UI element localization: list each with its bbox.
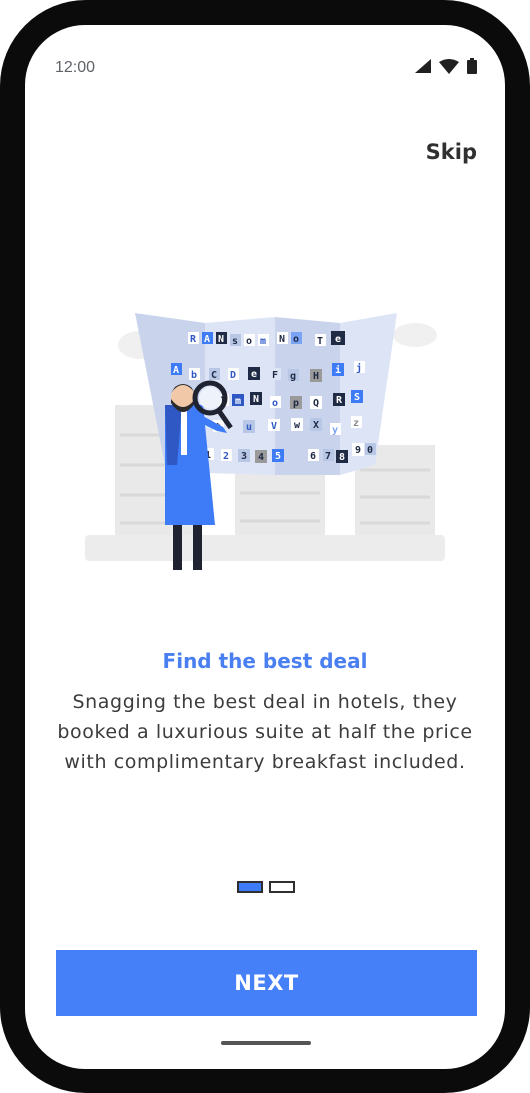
svg-text:s: s	[232, 336, 238, 347]
svg-text:Q: Q	[313, 398, 319, 409]
battery-icon	[467, 58, 477, 74]
svg-text:e: e	[251, 369, 257, 380]
svg-text:V: V	[271, 421, 277, 432]
home-indicator[interactable]	[221, 1041, 311, 1045]
app-screen: 12:00 Skip R A N s o m N o T e A b C D e…	[25, 25, 505, 1069]
svg-text:N: N	[253, 394, 259, 405]
svg-text:7: 7	[325, 451, 331, 462]
svg-text:w: w	[294, 420, 301, 431]
wifi-icon	[439, 58, 459, 74]
svg-text:N: N	[218, 334, 224, 345]
svg-text:y: y	[332, 425, 338, 436]
svg-text:p: p	[293, 398, 299, 409]
svg-text:m: m	[235, 396, 241, 407]
device-frame: 12:00 Skip R A N s o m N o T e A b C D e…	[0, 0, 530, 1093]
svg-text:z: z	[353, 418, 359, 429]
svg-text:R: R	[190, 334, 197, 345]
svg-text:C: C	[211, 370, 217, 381]
svg-text:0: 0	[367, 445, 373, 456]
svg-text:o: o	[272, 398, 278, 409]
status-icons	[415, 58, 477, 74]
svg-text:o: o	[293, 334, 299, 345]
cellular-signal-icon	[415, 59, 431, 73]
svg-text:H: H	[313, 371, 319, 382]
svg-text:3: 3	[241, 451, 247, 462]
svg-text:m: m	[260, 336, 266, 347]
svg-text:N: N	[279, 334, 285, 345]
svg-text:9: 9	[355, 445, 361, 456]
svg-text:j: j	[356, 362, 362, 374]
svg-text:e: e	[335, 334, 341, 345]
svg-text:g: g	[290, 371, 296, 382]
svg-text:S: S	[354, 392, 360, 403]
onboarding-description: Snagging the best deal in hotels, they b…	[57, 691, 473, 773]
svg-text:R: R	[336, 395, 343, 406]
onboarding-title: Find the best deal	[162, 649, 368, 673]
onboarding-illustration: R A N s o m N o T e A b C D e F g H i j	[85, 313, 445, 570]
svg-text:i: i	[335, 364, 341, 376]
svg-text:A: A	[204, 334, 210, 345]
svg-text:5: 5	[275, 451, 281, 462]
next-button[interactable]: NEXT	[56, 950, 477, 1016]
page-dot-2	[269, 881, 295, 893]
status-time: 12:00	[55, 59, 96, 76]
svg-text:o: o	[246, 336, 252, 347]
skip-button[interactable]: Skip	[426, 140, 477, 164]
svg-text:T: T	[317, 336, 323, 347]
svg-text:4: 4	[258, 452, 264, 463]
svg-text:u: u	[246, 422, 252, 433]
svg-text:D: D	[230, 370, 236, 381]
page-dot-1-active	[237, 881, 263, 893]
svg-text:8: 8	[339, 452, 345, 463]
svg-text:2: 2	[223, 451, 229, 462]
svg-text:b: b	[191, 370, 197, 381]
svg-text:6: 6	[310, 451, 316, 462]
svg-text:X: X	[313, 420, 319, 431]
svg-text:F: F	[272, 370, 278, 381]
page-indicator	[237, 881, 295, 893]
svg-text:A: A	[173, 365, 179, 376]
